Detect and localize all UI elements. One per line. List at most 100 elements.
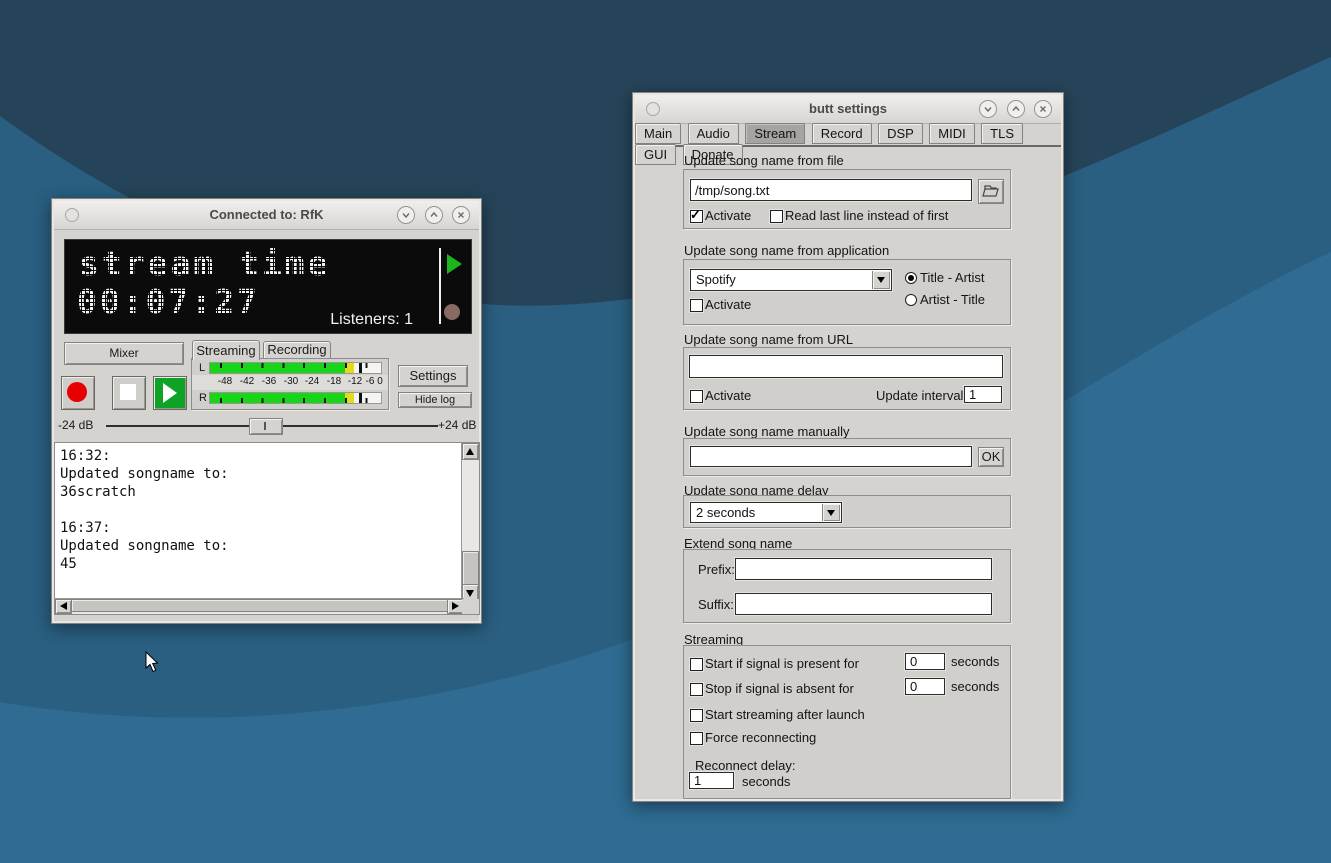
maximize-button[interactable] bbox=[1007, 100, 1025, 118]
record-button[interactable] bbox=[61, 376, 95, 410]
listeners-count: Listeners: 1 bbox=[330, 311, 413, 329]
close-icon bbox=[1037, 103, 1049, 115]
force-reconnecting-checkbox[interactable] bbox=[690, 732, 703, 745]
tab-record[interactable]: Record bbox=[812, 123, 872, 144]
url-activate-label: Activate bbox=[705, 388, 751, 403]
song-file-path-input[interactable] bbox=[690, 179, 972, 201]
chevron-down-icon bbox=[400, 209, 412, 221]
ok-button[interactable]: OK bbox=[978, 447, 1004, 467]
hide-log-button[interactable]: Hide log bbox=[398, 392, 472, 408]
section-label-application: Update song name from application bbox=[684, 243, 889, 258]
start-streaming-after-launch-label: Start streaming after launch bbox=[705, 707, 865, 722]
scale-tick-label: -12 bbox=[348, 376, 362, 387]
start-signal-seconds-input[interactable] bbox=[905, 653, 945, 670]
scroll-up-button[interactable] bbox=[462, 443, 479, 460]
manual-song-name-input[interactable] bbox=[690, 446, 972, 467]
stop-if-signal-label: Stop if signal is absent for bbox=[705, 681, 854, 696]
file-activate-checkbox[interactable] bbox=[690, 210, 703, 223]
seconds-label: seconds bbox=[742, 774, 790, 789]
application-activate-checkbox[interactable] bbox=[690, 299, 703, 312]
tab-gui[interactable]: GUI bbox=[635, 144, 676, 165]
scale-tick-label: 0 bbox=[377, 376, 383, 387]
delay-select-value: 2 seconds bbox=[696, 505, 755, 520]
settings-window-title: butt settings bbox=[635, 101, 1061, 116]
settings-window-titlebar[interactable]: butt settings bbox=[635, 95, 1061, 124]
meter-ticks bbox=[220, 363, 381, 368]
tab-audio[interactable]: Audio bbox=[688, 123, 739, 144]
vu-meter: L dB R -48 -42 -36 -30 -24 -18 -12 -6 0 bbox=[191, 358, 389, 410]
url-activate-checkbox[interactable] bbox=[690, 390, 703, 403]
section-streaming: Start if signal is present for seconds S… bbox=[683, 645, 1011, 799]
tab-main[interactable]: Main bbox=[635, 123, 681, 144]
gain-max-label: +24 dB bbox=[438, 418, 476, 432]
start-streaming-after-launch-checkbox[interactable] bbox=[690, 709, 703, 722]
stop-signal-seconds-input[interactable] bbox=[905, 678, 945, 695]
update-interval-label: Update interval bbox=[876, 388, 963, 403]
scroll-left-button[interactable] bbox=[55, 599, 72, 614]
log-horizontal-scrollbar[interactable] bbox=[55, 598, 464, 614]
file-activate-label: Activate bbox=[705, 208, 751, 223]
suffix-input[interactable] bbox=[735, 593, 992, 615]
dropdown-arrow-icon[interactable] bbox=[872, 271, 890, 289]
tab-recording[interactable]: Recording bbox=[263, 341, 331, 359]
read-last-line-checkbox[interactable] bbox=[770, 210, 783, 223]
chevron-up-icon bbox=[428, 209, 440, 221]
reconnect-delay-label: Reconnect delay: bbox=[695, 758, 795, 773]
minimize-button[interactable] bbox=[397, 206, 415, 224]
application-select-value: Spotify bbox=[696, 272, 736, 287]
scale-tick-label: -48 bbox=[218, 376, 232, 387]
section-file: Activate Read last line instead of first bbox=[683, 169, 1011, 229]
main-window-titlebar[interactable]: Connected to: RfK bbox=[54, 201, 479, 230]
meter-bar-right bbox=[209, 392, 382, 404]
section-label-url: Update song name from URL bbox=[684, 332, 853, 347]
maximize-button[interactable] bbox=[425, 206, 443, 224]
tab-tls[interactable]: TLS bbox=[981, 123, 1023, 144]
mouse-cursor bbox=[145, 651, 161, 673]
vertical-scroll-thumb[interactable] bbox=[462, 551, 479, 587]
dropdown-arrow-icon[interactable] bbox=[822, 504, 840, 521]
log-vertical-scrollbar[interactable] bbox=[461, 443, 479, 601]
horizontal-scroll-thumb[interactable] bbox=[71, 599, 448, 612]
seconds-label: seconds bbox=[951, 654, 999, 669]
stop-if-signal-checkbox[interactable] bbox=[690, 683, 703, 696]
title-artist-radio[interactable] bbox=[905, 272, 917, 284]
mixer-button[interactable]: Mixer bbox=[64, 342, 184, 365]
browse-file-button[interactable] bbox=[978, 179, 1004, 204]
streaming-active-icon bbox=[447, 254, 462, 274]
seconds-label: seconds bbox=[951, 679, 999, 694]
delay-select[interactable]: 2 seconds bbox=[690, 502, 842, 523]
meter-scale: -48 -42 -36 -30 -24 -18 -12 -6 0 bbox=[192, 375, 388, 390]
stream-time-value: 00:07:27 bbox=[77, 282, 260, 321]
play-button[interactable] bbox=[153, 376, 187, 410]
settings-button[interactable]: Settings bbox=[398, 365, 468, 387]
scale-tick-label: -36 bbox=[262, 376, 276, 387]
update-interval-input[interactable] bbox=[964, 386, 1002, 403]
artist-title-radio[interactable] bbox=[905, 294, 917, 306]
log-area: 16:32: Updated songname to: 36scratch 16… bbox=[54, 442, 480, 615]
tab-stream[interactable]: Stream bbox=[745, 123, 805, 144]
reconnect-delay-input[interactable] bbox=[689, 772, 734, 789]
tab-dsp[interactable]: DSP bbox=[878, 123, 923, 144]
minimize-button[interactable] bbox=[979, 100, 997, 118]
main-window: Connected to: RfK stream time 00:07:27 L… bbox=[51, 198, 482, 624]
section-url: Activate Update interval bbox=[683, 347, 1011, 410]
gain-min-label: -24 dB bbox=[58, 418, 93, 432]
start-if-signal-checkbox[interactable] bbox=[690, 658, 703, 671]
close-button[interactable] bbox=[1034, 100, 1052, 118]
recording-inactive-icon bbox=[444, 304, 460, 320]
lcd-separator bbox=[439, 248, 441, 324]
close-button[interactable] bbox=[452, 206, 470, 224]
meter-bar-left bbox=[209, 362, 382, 374]
application-select[interactable]: Spotify bbox=[690, 269, 892, 291]
gain-slider-thumb[interactable] bbox=[249, 418, 283, 435]
song-url-input[interactable] bbox=[689, 355, 1003, 378]
meter-right-label: R bbox=[199, 392, 207, 404]
tab-midi[interactable]: MIDI bbox=[929, 123, 974, 144]
section-delay: 2 seconds bbox=[683, 495, 1011, 528]
stop-button[interactable] bbox=[112, 376, 146, 410]
prefix-input[interactable] bbox=[735, 558, 992, 580]
chevron-up-icon bbox=[1010, 103, 1022, 115]
scale-tick-label: -18 bbox=[327, 376, 341, 387]
tab-streaming[interactable]: Streaming bbox=[192, 340, 260, 360]
section-extend: Prefix: Suffix: bbox=[683, 549, 1011, 623]
